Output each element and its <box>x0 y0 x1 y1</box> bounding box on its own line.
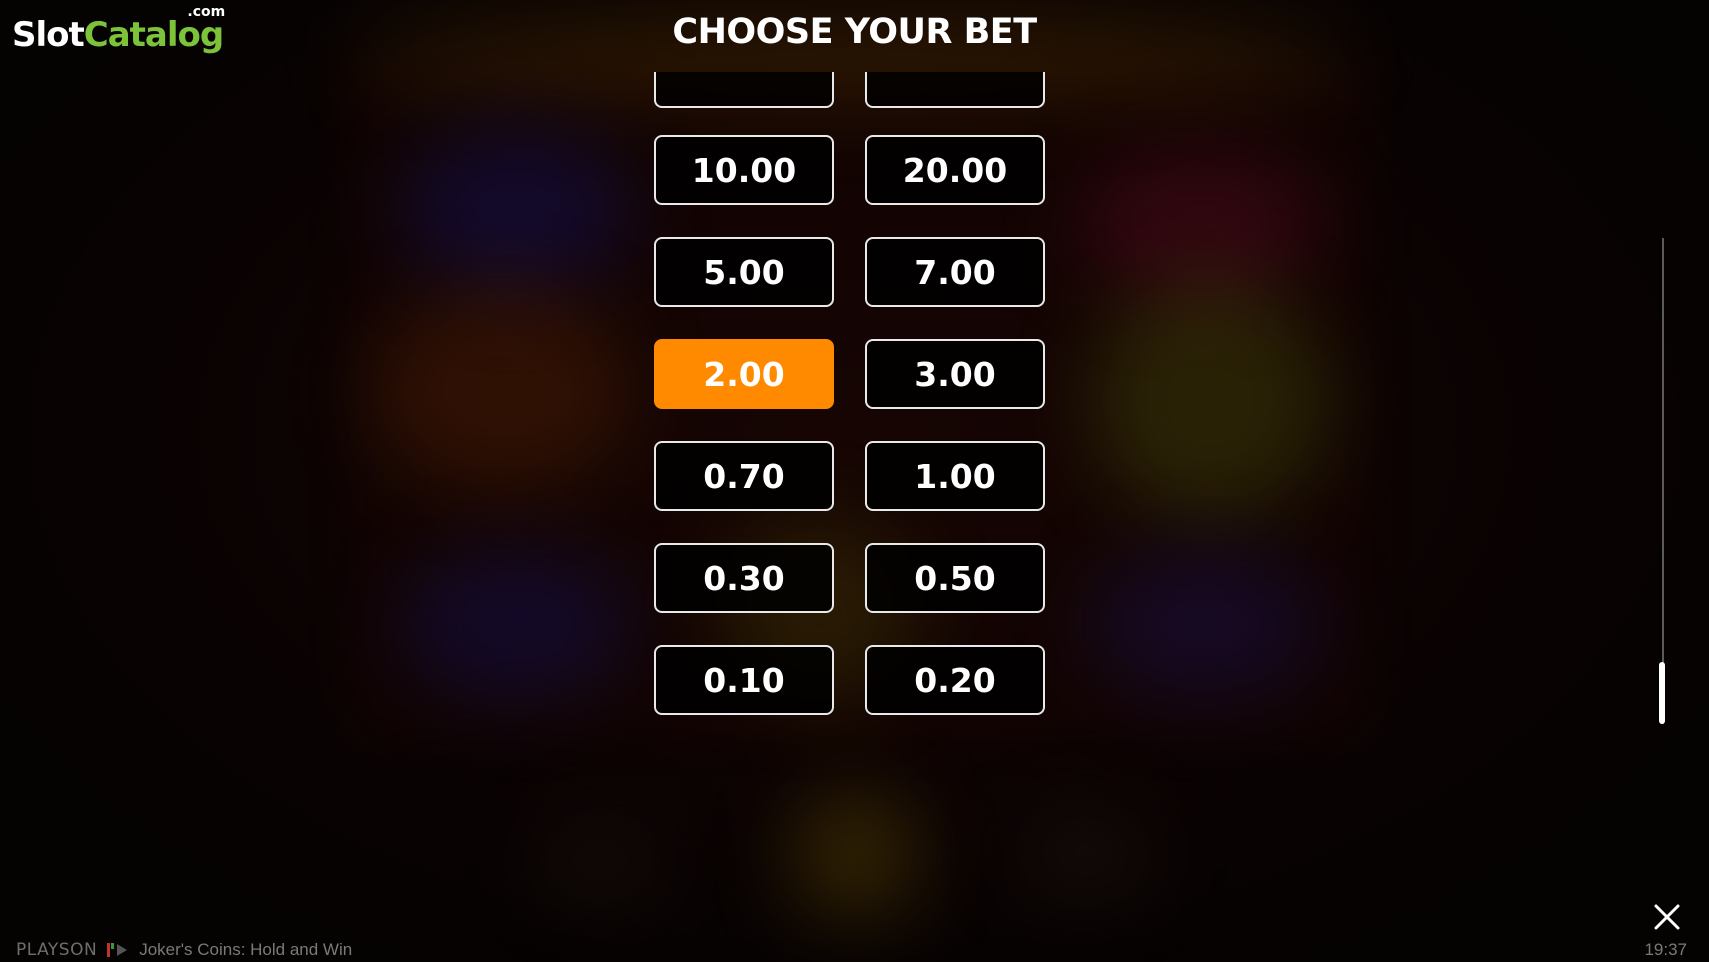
game-name: Joker's Coins: Hold and Win <box>139 940 353 959</box>
footer: PLAYSON Joker's Coins: Hold and Win <box>16 938 352 962</box>
bet-button[interactable]: 10.00 <box>654 135 834 205</box>
close-button[interactable] <box>1652 902 1682 932</box>
bet-button[interactable]: 1.00 <box>865 441 1045 511</box>
bet-button[interactable]: 0.10 <box>654 645 834 715</box>
bet-button[interactable]: 5.00 <box>654 237 834 307</box>
bet-button[interactable]: 0.20 <box>865 645 1045 715</box>
close-icon <box>1654 904 1680 930</box>
bet-button-selected[interactable]: 2.00 <box>654 339 834 409</box>
scrollbar-track[interactable] <box>1662 238 1664 724</box>
provider-name: PLAYSON <box>16 940 98 960</box>
bet-button[interactable]: 7.00 <box>865 237 1045 307</box>
bet-button-partial[interactable] <box>865 72 1045 108</box>
bet-button[interactable]: 3.00 <box>865 339 1045 409</box>
bet-button[interactable]: 20.00 <box>865 135 1045 205</box>
clock: 19:37 <box>1644 940 1687 959</box>
bet-button-partial[interactable] <box>654 72 834 108</box>
playson-logo-icon <box>107 943 128 957</box>
bet-button[interactable]: 0.50 <box>865 543 1045 613</box>
bet-grid: 10.00 20.00 5.00 7.00 2.00 3.00 0.70 1.0… <box>654 0 1050 962</box>
scrollbar-thumb[interactable] <box>1659 662 1665 724</box>
bet-button[interactable]: 0.70 <box>654 441 834 511</box>
bet-button[interactable]: 0.30 <box>654 543 834 613</box>
